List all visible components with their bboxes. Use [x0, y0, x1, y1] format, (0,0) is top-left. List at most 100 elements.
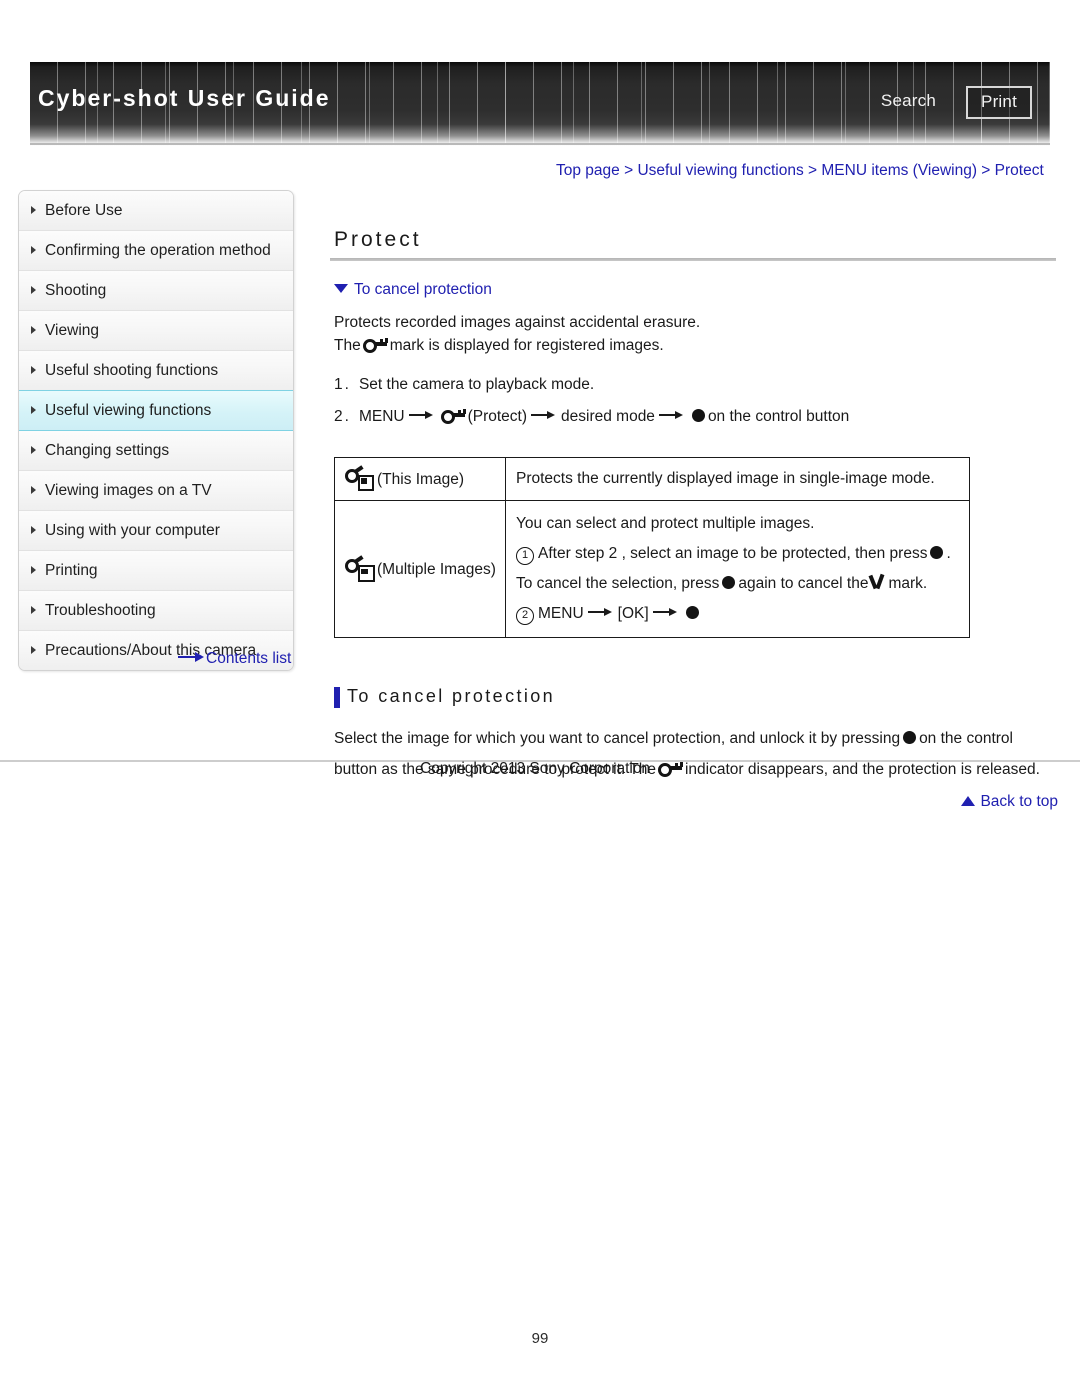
sidebar-item-viewing[interactable]: Viewing [19, 311, 293, 351]
back-to-top-link[interactable]: Back to top [330, 793, 1060, 811]
sidebar-item-label: Before Use [45, 202, 123, 219]
table-row: (Multiple Images) You can select and pro… [334, 500, 970, 638]
this-image-label: (This Image) [377, 471, 464, 488]
protect-key-icon [657, 762, 683, 777]
circled-number-2-icon: 2 [516, 607, 534, 625]
triangle-bullet-icon [31, 326, 36, 334]
protect-key-icon [440, 409, 466, 424]
sidebar-nav: Before Use Confirming the operation meth… [18, 190, 294, 671]
step-2-desired-mode-label: desired mode [561, 408, 655, 425]
step-2-tail: on the control button [707, 408, 850, 425]
contents-list-label: Contents list [206, 650, 292, 667]
arrow-right-icon [652, 607, 679, 617]
print-button[interactable]: Print [966, 86, 1032, 119]
key-multiple-images-icon [345, 555, 375, 582]
sidebar-item-troubleshooting[interactable]: Troubleshooting [19, 591, 293, 631]
step-1-tail: . [946, 545, 951, 562]
arrow-right-icon [178, 652, 204, 662]
step-1-text: Set the camera to playback mode. [358, 376, 595, 393]
site-header: Cyber-shot User Guide Search Print [30, 62, 1050, 146]
this-image-description: Protects the currently displayed image i… [516, 470, 935, 487]
multiple-images-step-1: 1 After step 2 , select an image to be pr… [516, 539, 959, 569]
cancel-after: mark. [888, 575, 928, 592]
to-cancel-protection-anchor-link[interactable]: To cancel protection [334, 281, 1060, 299]
sidebar-item-label: Useful viewing functions [45, 402, 212, 419]
sidebar-item-label: Viewing images on a TV [45, 482, 212, 499]
multiple-images-description: You can select and protect multiple imag… [516, 515, 815, 532]
sidebar-item-useful-viewing-functions[interactable]: Useful viewing functions [19, 390, 293, 431]
sidebar-item-label: Printing [45, 562, 98, 579]
page-title: Protect [334, 228, 422, 251]
triangle-bullet-icon [31, 246, 36, 254]
section-heading-to-cancel-protection: To cancel protection [334, 686, 1060, 708]
arrow-right-icon [658, 410, 685, 420]
intro-line-2-before: The [334, 337, 361, 354]
protect-key-icon [362, 338, 388, 353]
title-divider [330, 258, 1056, 261]
contents-list-link[interactable]: Contents list [178, 650, 291, 668]
sidebar-item-shooting[interactable]: Shooting [19, 271, 293, 311]
triangle-bullet-icon [31, 286, 36, 294]
arrow-right-icon [587, 607, 614, 617]
table-cell-multiple-images-label: (Multiple Images) [334, 500, 506, 638]
step-2-number: 2. [334, 408, 351, 425]
anchor-link-label: To cancel protection [354, 281, 492, 298]
circled-number-1-icon: 1 [516, 547, 534, 565]
search-button[interactable]: Search [881, 91, 936, 111]
triangle-bullet-icon [31, 406, 36, 414]
step-1-number: 1. [334, 376, 351, 393]
triangle-bullet-icon [31, 526, 36, 534]
sidebar-item-label: Viewing [45, 322, 100, 339]
cancel-line-2-after: indicator disappears, and the protection… [684, 761, 1040, 778]
page-number: 99 [531, 1330, 549, 1347]
cancel-line-1-before: Select the image for which you want to c… [334, 730, 901, 747]
step-2-menu-label: MENU [358, 408, 405, 425]
check-mark-icon [870, 575, 886, 591]
sidebar-item-label: Confirming the operation method [45, 242, 271, 259]
triangle-bullet-icon [31, 566, 36, 574]
main-content: Protect To cancel protection Protects re… [330, 190, 1060, 811]
sidebar-item-label: Using with your computer [45, 522, 220, 539]
triangle-bullet-icon [31, 446, 36, 454]
table-cell-multiple-images-description: You can select and protect multiple imag… [505, 500, 970, 638]
breadcrumb[interactable]: Top page > Useful viewing functions > ME… [556, 162, 1044, 180]
step-2-protect-label: (Protect) [467, 408, 528, 425]
sidebar-item-useful-shooting-functions[interactable]: Useful shooting functions [19, 351, 293, 391]
step-1: 1. Set the camera to playback mode. [334, 369, 1060, 401]
control-button-center-icon [903, 731, 917, 744]
sidebar-item-changing-settings[interactable]: Changing settings [19, 431, 293, 471]
sidebar-item-label: Troubleshooting [45, 602, 156, 619]
sidebar-item-confirming-the-operation-method[interactable]: Confirming the operation method [19, 231, 293, 271]
triangle-up-icon [961, 796, 976, 806]
arrow-right-icon [531, 410, 557, 420]
triangle-bullet-icon [31, 206, 36, 214]
multiple-images-step-2: 2 MENU [OK] [516, 599, 959, 629]
triangle-bullet-icon [31, 486, 36, 494]
sidebar-item-using-with-your-computer[interactable]: Using with your computer [19, 511, 293, 551]
table-cell-this-image-description: Protects the currently displayed image i… [505, 457, 970, 501]
sidebar-item-before-use[interactable]: Before Use [19, 191, 293, 231]
arrow-right-icon [408, 410, 435, 420]
cancel-line-1-after: on the control [919, 730, 1013, 747]
control-button-center-icon [685, 606, 699, 619]
sidebar-item-printing[interactable]: Printing [19, 551, 293, 591]
cancel-before: To cancel the selection, press [516, 575, 720, 592]
sidebar-item-viewing-images-on-a-tv[interactable]: Viewing images on a TV [19, 471, 293, 511]
multiple-images-label: (Multiple Images) [377, 561, 496, 578]
copyright-text: Copyright 2013 Sony Corporation [420, 760, 651, 777]
sidebar-item-label: Useful shooting functions [45, 362, 219, 379]
section-accent-bar [334, 687, 340, 708]
triangle-bullet-icon [31, 366, 36, 374]
sidebar-item-label: Shooting [45, 282, 107, 299]
step-2-ok: [OK] [617, 605, 649, 622]
control-button-center-icon [930, 546, 944, 559]
intro-line-1: Protects recorded images against acciden… [334, 314, 701, 331]
cancel-protection-line-1: Select the image for which you want to c… [334, 723, 1060, 754]
header-underline [30, 143, 1050, 145]
back-to-top-label: Back to top [980, 793, 1058, 810]
triangle-bullet-icon [31, 646, 36, 654]
triangle-down-icon [334, 284, 348, 293]
step-2: 2. MENU (Protect) desired mode on the contro… [334, 401, 1060, 433]
key-single-image-icon [345, 465, 375, 491]
step-2-menu: MENU [538, 605, 584, 622]
